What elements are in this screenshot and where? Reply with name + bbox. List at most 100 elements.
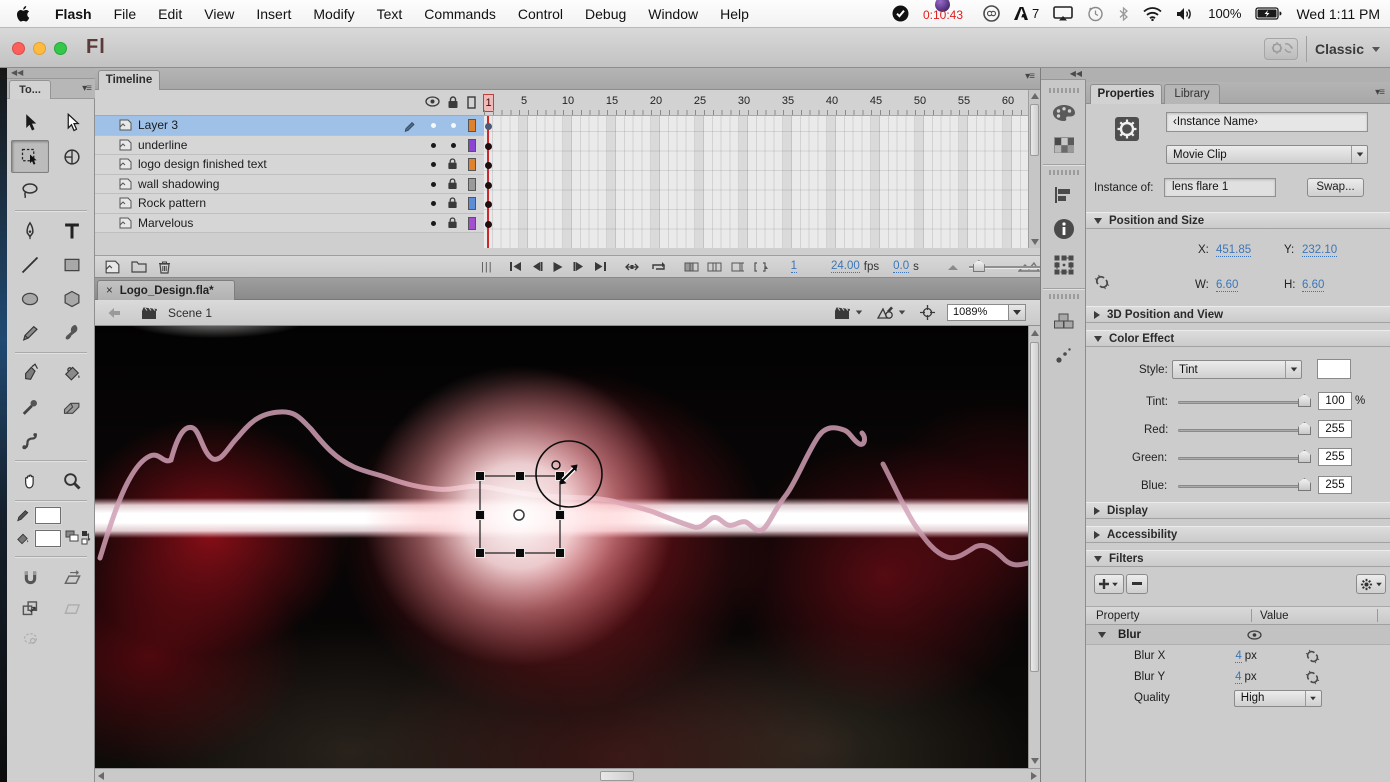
current-frame-field[interactable]: 1 — [791, 260, 797, 273]
layer-name[interactable]: Marvelous — [138, 216, 193, 230]
layer-color-swatch[interactable] — [468, 178, 476, 191]
timeline-zoom-slider[interactable] — [969, 260, 1004, 273]
green-value[interactable]: 255 — [1318, 448, 1352, 466]
add-filter-button[interactable] — [1094, 574, 1124, 594]
color-panel-button[interactable] — [1047, 98, 1081, 128]
layer-visible-dot[interactable] — [431, 221, 436, 226]
volume-icon[interactable] — [1176, 7, 1194, 21]
keyframe-dot[interactable] — [485, 143, 492, 150]
hand-tool[interactable] — [11, 464, 49, 497]
delete-layer-button[interactable] — [158, 260, 171, 274]
battery-icon[interactable] — [1255, 7, 1282, 20]
dock-grip[interactable] — [1049, 170, 1079, 175]
timeline-panel-menu-icon[interactable]: ▾≡ — [1025, 71, 1034, 82]
layer-row-logo-text[interactable]: logo design finished text — [95, 155, 484, 175]
section-position-and-size[interactable]: Position and Size — [1086, 212, 1390, 229]
stage-zoom-control[interactable]: 1089% — [947, 304, 1026, 321]
menu-insert[interactable]: Insert — [245, 0, 302, 28]
symbol-type-dropdown[interactable]: Movie Clip — [1166, 145, 1368, 164]
gradient-transform-tool[interactable] — [53, 140, 91, 173]
filter-enabled-eye-icon[interactable] — [1247, 630, 1262, 640]
collapse-dock-icon[interactable]: ◀◀ — [1041, 68, 1087, 80]
stage-horizontal-scrollbar[interactable] — [95, 768, 1040, 782]
section-accessibility[interactable]: Accessibility — [1086, 526, 1390, 543]
text-tool[interactable] — [53, 214, 91, 247]
eraser-tool[interactable] — [53, 390, 91, 423]
y-value[interactable]: 232.10 — [1302, 244, 1337, 257]
tint-value[interactable]: 100 — [1318, 392, 1352, 410]
layer-name[interactable]: logo design finished text — [138, 157, 267, 171]
tools-panel-menu-icon[interactable]: ▾≡ — [82, 83, 91, 94]
deco-tool[interactable] — [11, 424, 49, 457]
new-layer-button[interactable] — [105, 260, 120, 274]
stage-zoom-dropdown-icon[interactable] — [1009, 304, 1026, 321]
scrollbar-thumb[interactable] — [600, 771, 634, 781]
fill-color-swatch[interactable] — [35, 530, 61, 547]
menu-control[interactable]: Control — [507, 0, 574, 28]
timeline-zoom-slider-thumb[interactable] — [973, 260, 985, 272]
creative-cloud-icon[interactable] — [983, 5, 1000, 22]
elapsed-time-field[interactable]: 0.0 — [893, 260, 909, 273]
free-transform-tool[interactable] — [11, 140, 49, 173]
scroll-up-icon[interactable] — [1031, 330, 1039, 336]
menu-modify[interactable]: Modify — [302, 0, 365, 28]
time-machine-icon[interactable] — [1087, 5, 1104, 22]
filter-group-expanded-icon[interactable] — [1098, 632, 1106, 638]
airplay-display-icon[interactable] — [1053, 6, 1073, 21]
layer-row-underline[interactable]: underline — [95, 136, 484, 156]
layer-lock-dot[interactable] — [451, 143, 456, 148]
x-value[interactable]: 451.85 — [1216, 244, 1251, 257]
lasso-tool[interactable] — [11, 174, 49, 207]
snap-to-objects-option[interactable] — [11, 562, 49, 595]
vpn-status-icon[interactable] — [892, 5, 909, 22]
blur-link-icon[interactable] — [1305, 649, 1320, 664]
layer-lock-dot[interactable] — [451, 123, 456, 128]
layer-color-swatch[interactable] — [468, 197, 476, 210]
layer-visible-dot[interactable] — [431, 182, 436, 187]
section-display[interactable]: Display — [1086, 502, 1390, 519]
layer-name[interactable]: Layer 3 — [138, 118, 178, 132]
back-arrow-icon[interactable] — [107, 307, 121, 319]
menu-edit[interactable]: Edit — [147, 0, 193, 28]
scroll-down-icon[interactable] — [1031, 239, 1039, 245]
frame-rate-field[interactable]: 24.00 — [831, 260, 860, 273]
tab-library[interactable]: Library — [1164, 84, 1220, 104]
timeline-zoom-out-icon[interactable] — [947, 263, 959, 271]
h-value[interactable]: 6.60 — [1302, 279, 1324, 292]
layer-row-layer3[interactable]: Layer 3 — [95, 116, 484, 136]
play-button[interactable] — [552, 261, 564, 273]
menu-help[interactable]: Help — [709, 0, 760, 28]
stage-vertical-scrollbar[interactable] — [1028, 326, 1040, 768]
menu-commands[interactable]: Commands — [413, 0, 507, 28]
layer-row-wall-shadowing[interactable]: wall shadowing — [95, 175, 484, 195]
screen-recording-timer[interactable]: 0:10:43 — [923, 6, 969, 22]
center-stage-button[interactable] — [920, 305, 935, 320]
scroll-left-icon[interactable] — [98, 772, 104, 780]
green-slider-thumb[interactable] — [1298, 450, 1311, 463]
layer-visible-dot[interactable] — [431, 201, 436, 206]
show-hide-all-layers-icon[interactable] — [425, 96, 440, 107]
section-3d-position[interactable]: 3D Position and View — [1086, 306, 1390, 323]
section-color-effect[interactable]: Color Effect — [1086, 330, 1390, 347]
minimize-window-button[interactable] — [33, 42, 46, 55]
ink-bottle-tool[interactable] — [11, 356, 49, 389]
step-forward-button[interactable] — [573, 261, 585, 272]
tab-properties[interactable]: Properties — [1090, 84, 1162, 104]
instance-name-input[interactable] — [1166, 112, 1368, 132]
quality-dropdown[interactable]: High — [1234, 690, 1322, 707]
tint-slider[interactable] — [1178, 401, 1310, 404]
section-filters[interactable]: Filters — [1086, 550, 1390, 567]
menu-text[interactable]: Text — [366, 0, 414, 28]
pencil-tool[interactable] — [11, 316, 49, 349]
align-panel-button[interactable] — [1047, 180, 1081, 210]
onion-skin-outlines-button[interactable] — [707, 261, 722, 273]
layer-color-swatch[interactable] — [468, 139, 476, 152]
smooth-straighten-option[interactable] — [53, 562, 91, 595]
edit-multiple-frames-button[interactable] — [730, 261, 745, 273]
document-tab[interactable]: × Logo_Design.fla* — [97, 280, 235, 300]
green-slider[interactable] — [1178, 457, 1310, 460]
dock-grip[interactable] — [1049, 294, 1079, 299]
layer-color-swatch[interactable] — [468, 119, 476, 132]
layer-row-marvelous[interactable]: Marvelous — [95, 214, 484, 234]
edit-symbols-button[interactable] — [877, 305, 906, 320]
